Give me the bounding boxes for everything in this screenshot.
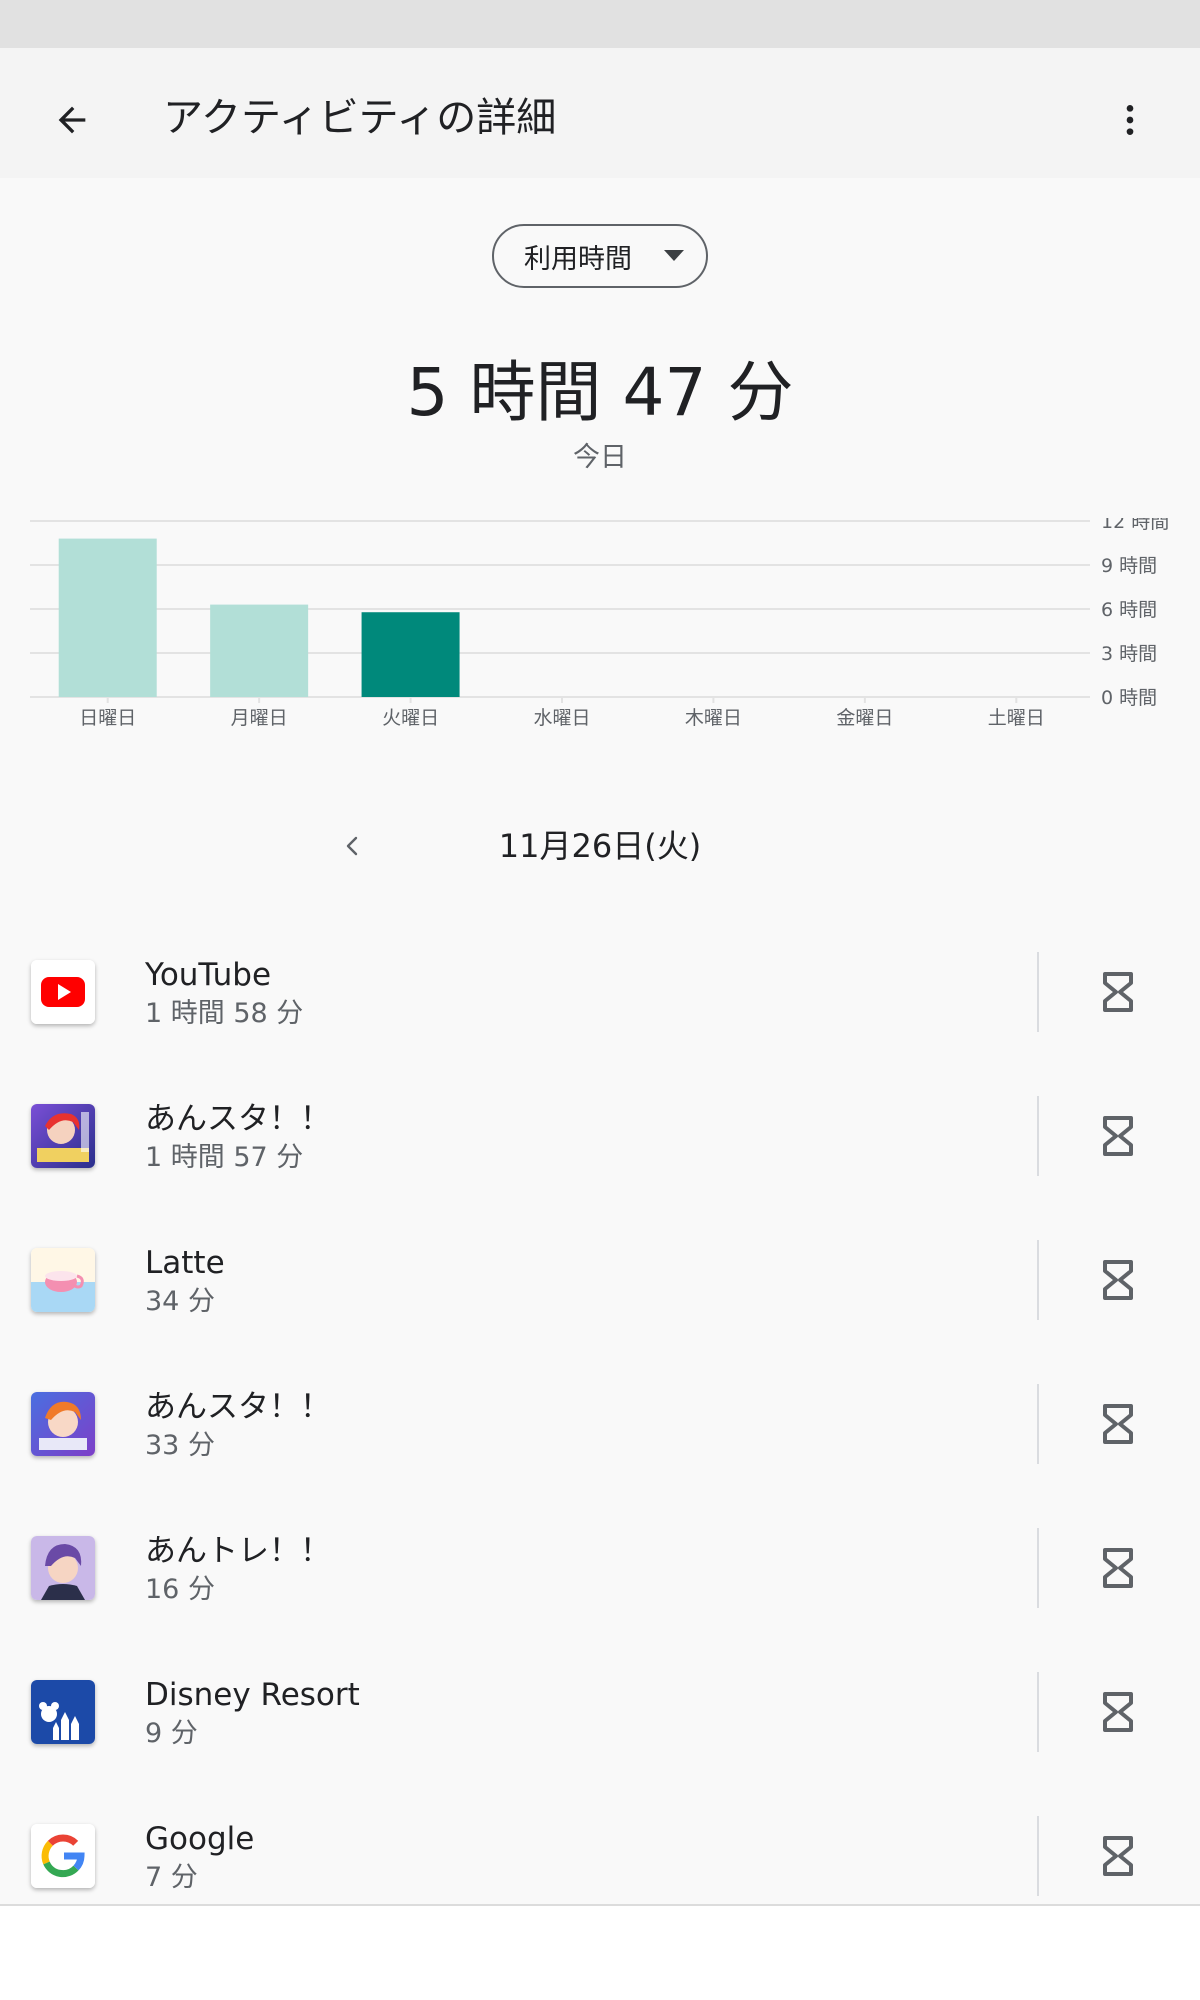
hourglass-icon — [1103, 972, 1133, 1012]
arrow-back-icon — [58, 106, 86, 134]
antore-icon — [31, 1536, 95, 1600]
app-usage-time: 9 分 — [145, 1718, 198, 1749]
app-name: あんスタ！！ — [145, 1101, 331, 1137]
youtube-icon — [31, 960, 95, 1024]
app-row-enstars-basic[interactable]: あんスタ！！ 33 分 — [0, 1352, 1200, 1496]
x-tick-label: 木曜日 — [685, 707, 742, 729]
app-row-latte[interactable]: Latte 34 分 — [0, 1208, 1200, 1352]
content: 利用時間 5 時間 47 分 今日 0 時間 3 時間 6 時間 9 時間 12 時間日… — [0, 178, 1200, 1904]
hourglass-icon — [1103, 1404, 1133, 1444]
disney-resort-icon — [31, 1680, 95, 1744]
app-row-google[interactable]: Google 7 分 — [0, 1784, 1200, 1928]
usage-chart: 0 時間 3 時間 6 時間 9 時間 12 時間日曜日 月曜日 火曜日 水曜日 木曜日 金曜日 土… — [0, 518, 1200, 758]
more-options-button[interactable] — [1098, 88, 1162, 152]
divider — [1037, 1096, 1039, 1176]
y-tick-label: 12 時間 — [1101, 518, 1169, 533]
google-icon — [31, 1824, 95, 1888]
latte-icon — [31, 1248, 95, 1312]
x-tick-label: 月曜日 — [231, 707, 288, 729]
app-timer-button[interactable] — [1086, 1536, 1150, 1600]
app-row-antore[interactable]: あんトレ！！ 16 分 — [0, 1496, 1200, 1640]
app-usage-time: 16 分 — [145, 1574, 215, 1605]
total-usage-time: 5 時間 47 分 — [406, 354, 794, 431]
enstars-basic-icon — [31, 1392, 95, 1456]
app-usage-time: 1 時間 58 分 — [145, 998, 304, 1029]
app-timer-button[interactable] — [1086, 1392, 1150, 1456]
x-tick-label: 水曜日 — [533, 707, 590, 729]
more-vert-icon — [1126, 105, 1134, 135]
status-bar — [0, 0, 1200, 48]
app-timer-button[interactable] — [1086, 1248, 1150, 1312]
bottom-divider — [0, 1904, 1200, 1906]
date-navigation: 11月26日(火) — [0, 816, 1200, 876]
back-button[interactable] — [40, 88, 104, 152]
app-timer-button[interactable] — [1086, 1680, 1150, 1744]
x-tick-label: 日曜日 — [79, 707, 136, 729]
hourglass-icon — [1103, 1116, 1133, 1156]
bar-2[interactable] — [361, 612, 460, 697]
hourglass-icon — [1103, 1260, 1133, 1300]
app-usage-time: 7 分 — [145, 1862, 198, 1893]
metric-dropdown[interactable]: 利用時間 — [492, 224, 708, 288]
screen: アクティビティの詳細 利用時間 5 時間 47 分 今日 0 時間 3 時間 6 時… — [0, 0, 1200, 2000]
app-name: あんスタ！！ — [145, 1389, 331, 1425]
divider — [1037, 1672, 1039, 1752]
hourglass-icon — [1103, 1548, 1133, 1588]
y-tick-label: 3 時間 — [1101, 643, 1157, 665]
x-tick-label: 金曜日 — [836, 707, 893, 729]
metric-dropdown-label: 利用時間 — [524, 243, 632, 275]
app-timer-button[interactable] — [1086, 1824, 1150, 1888]
divider — [1037, 1816, 1039, 1896]
enstars-music-icon — [31, 1104, 95, 1168]
app-row-youtube[interactable]: YouTube 1 時間 58 分 — [0, 920, 1200, 1064]
chevron-left-icon — [346, 836, 358, 856]
app-timer-button[interactable] — [1086, 1104, 1150, 1168]
y-tick-label: 9 時間 — [1101, 555, 1157, 577]
x-tick-label: 火曜日 — [382, 707, 439, 729]
app-name: Latte — [145, 1245, 225, 1281]
divider — [1037, 952, 1039, 1032]
app-name: Google — [145, 1821, 255, 1857]
date-label: 11月26日(火) — [498, 827, 702, 865]
app-row-enstars-music[interactable]: あんスタ！！ 1 時間 57 分 — [0, 1064, 1200, 1208]
app-usage-list: YouTube 1 時間 58 分 あんスタ！！ 1 時間 57 分 Latte… — [0, 920, 1200, 1928]
hourglass-icon — [1103, 1836, 1133, 1876]
app-usage-time: 33 分 — [145, 1430, 215, 1461]
previous-day-button[interactable] — [327, 816, 377, 876]
y-tick-label: 6 時間 — [1101, 599, 1157, 621]
bar-0[interactable] — [58, 538, 157, 697]
usage-bar-chart: 0 時間 3 時間 6 時間 9 時間 12 時間日曜日 月曜日 火曜日 水曜日 木曜日 金曜日 土… — [30, 518, 1169, 729]
usage-period-label: 今日 — [573, 442, 627, 473]
app-name: YouTube — [145, 957, 272, 993]
bar-1[interactable] — [210, 604, 309, 697]
app-timer-button[interactable] — [1086, 960, 1150, 1024]
divider — [1037, 1240, 1039, 1320]
page-title: アクティビティの詳細 — [163, 95, 557, 141]
divider — [1037, 1528, 1039, 1608]
divider — [1037, 1384, 1039, 1464]
y-tick-label: 0 時間 — [1101, 687, 1157, 709]
app-bar: アクティビティの詳細 — [0, 48, 1200, 178]
app-usage-time: 34 分 — [145, 1286, 215, 1317]
app-usage-time: 1 時間 57 分 — [145, 1142, 304, 1173]
app-row-disney-resort[interactable]: Disney Resort 9 分 — [0, 1640, 1200, 1784]
x-tick-label: 土曜日 — [988, 707, 1045, 729]
hourglass-icon — [1103, 1692, 1133, 1732]
app-name: あんトレ！！ — [145, 1533, 331, 1569]
dropdown-arrow-icon — [664, 250, 684, 261]
app-name: Disney Resort — [145, 1677, 360, 1713]
